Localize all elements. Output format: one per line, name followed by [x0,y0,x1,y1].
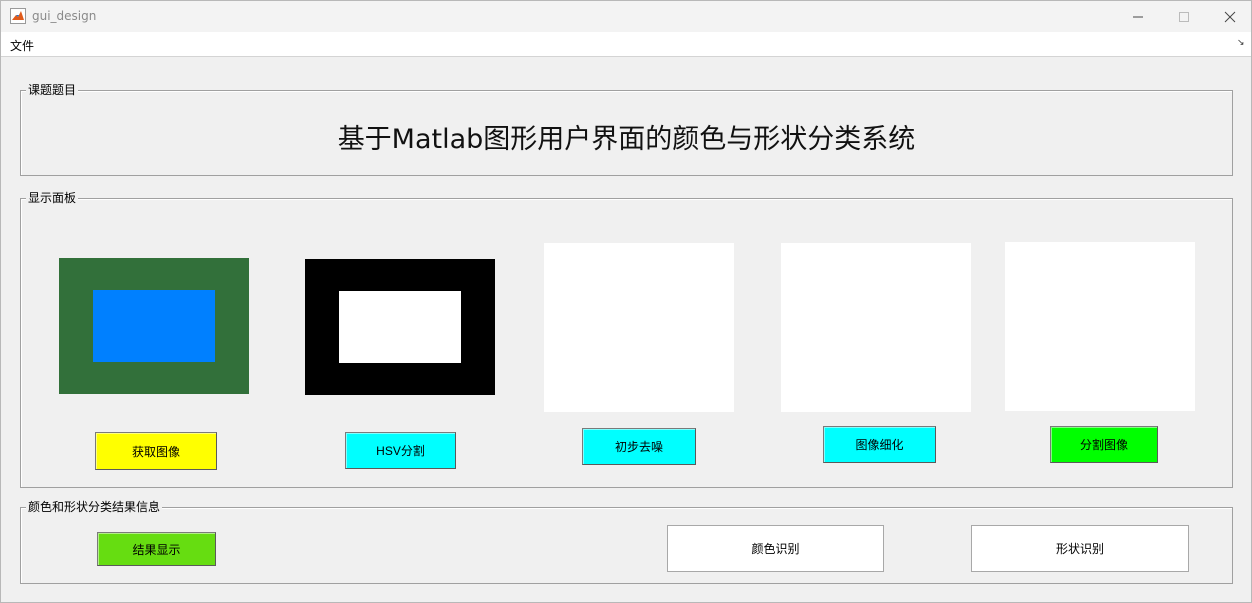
title-bar[interactable]: gui_design [1,1,1251,32]
denoise-image-axes [544,243,734,412]
system-title: 基于Matlab图形用户界面的颜色与形状分类系统 [337,124,916,155]
blue-rectangle-shape [93,290,215,362]
close-button[interactable] [1207,1,1252,32]
app-window: gui_design 文件 ↘ 课题题目 基于Matlab图形用户界面的颜色与形… [0,0,1252,603]
thinning-image-axes [781,243,971,412]
initial-denoise-button[interactable]: 初步去噪 [582,428,696,465]
white-rectangle-mask [339,291,461,363]
hsv-segment-button[interactable]: HSV分割 [345,432,456,469]
color-recognition-box: 颜色识别 [667,525,884,572]
topic-panel-label: 课题题目 [26,83,79,97]
get-image-button[interactable]: 获取图像 [95,432,217,470]
segmented-image-axes [1005,242,1195,411]
menu-bar: 文件 ↘ [1,32,1251,57]
show-result-button[interactable]: 结果显示 [97,532,216,566]
segment-image-button[interactable]: 分割图像 [1050,426,1158,463]
window-title: gui_design [32,9,97,23]
toolbar-toggle-arrow-icon[interactable]: ↘ [1237,38,1245,48]
matlab-icon [10,8,26,24]
original-image-axes [59,258,249,394]
menu-item-file[interactable]: 文件 [10,37,34,54]
maximize-icon [1179,11,1189,22]
image-thinning-button[interactable]: 图像细化 [823,426,936,463]
hsv-segment-image-axes [305,259,495,395]
close-icon [1224,11,1236,22]
result-panel-label: 颜色和形状分类结果信息 [26,500,163,514]
display-panel-label: 显示面板 [26,191,79,205]
shape-recognition-box: 形状识别 [971,525,1189,572]
minimize-button[interactable] [1115,1,1161,32]
minimize-icon [1133,16,1143,17]
maximize-button[interactable] [1161,1,1207,32]
topic-panel: 课题题目 基于Matlab图形用户界面的颜色与形状分类系统 [20,83,1233,176]
